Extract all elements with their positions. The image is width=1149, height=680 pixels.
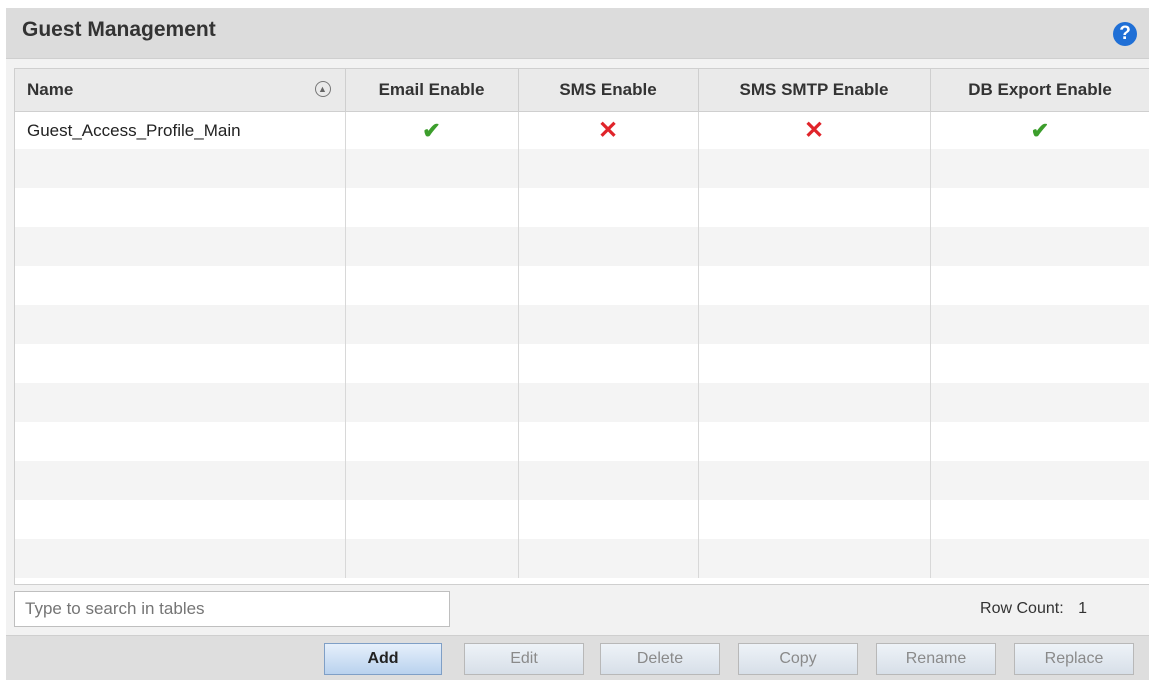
cell-sms-smtp-enable	[698, 149, 931, 188]
checkmark-icon: ✔	[422, 117, 441, 143]
guest-management-table: Name ▲ Email Enable SMS Enable SMS SMTP …	[14, 68, 1149, 585]
cell-db-export-enable	[930, 305, 1149, 344]
table-row[interactable]	[15, 539, 1149, 578]
cell-sms-smtp-enable	[698, 461, 931, 500]
row-count-value: 1	[1078, 600, 1087, 617]
cell-name	[15, 188, 346, 227]
cell-db-export-enable	[930, 344, 1149, 383]
cell-sms-enable	[518, 149, 699, 188]
column-header-sms-enable[interactable]: SMS Enable	[518, 69, 699, 112]
cell-sms-smtp-enable	[698, 422, 931, 461]
cell-sms-enable	[518, 500, 699, 539]
table-row[interactable]	[15, 305, 1149, 344]
cell-email-enable	[345, 227, 519, 266]
cell-sms-enable: ✕	[518, 111, 699, 149]
cell-db-export-enable	[930, 149, 1149, 188]
cell-sms-enable	[518, 344, 699, 383]
table-row[interactable]	[15, 422, 1149, 461]
cell-db-export-enable	[930, 227, 1149, 266]
add-button[interactable]: Add	[324, 643, 442, 675]
cell-sms-enable	[518, 422, 699, 461]
column-header-name[interactable]: Name ▲	[15, 69, 346, 112]
cell-sms-smtp-enable: ✕	[698, 111, 931, 149]
cell-email-enable	[345, 149, 519, 188]
cell-name	[15, 539, 346, 578]
cell-sms-smtp-enable	[698, 344, 931, 383]
cell-name	[15, 383, 346, 422]
column-header-label: Name	[27, 80, 74, 99]
cell-sms-enable	[518, 188, 699, 227]
table-row[interactable]	[15, 266, 1149, 305]
cell-sms-enable	[518, 461, 699, 500]
cell-email-enable	[345, 539, 519, 578]
cell-db-export-enable	[930, 539, 1149, 578]
table-row[interactable]	[15, 500, 1149, 539]
cell-email-enable	[345, 383, 519, 422]
cell-sms-enable	[518, 305, 699, 344]
cell-db-export-enable	[930, 383, 1149, 422]
cell-db-export-enable	[930, 422, 1149, 461]
panel-header: Guest Management ?	[6, 8, 1149, 59]
delete-button[interactable]: Delete	[600, 643, 720, 675]
search-input[interactable]	[14, 591, 450, 627]
cell-name	[15, 500, 346, 539]
cell-name	[15, 344, 346, 383]
sort-ascending-icon[interactable]: ▲	[314, 81, 331, 97]
cell-db-export-enable	[930, 500, 1149, 539]
cell-name	[15, 305, 346, 344]
table-row[interactable]	[15, 461, 1149, 500]
table-row[interactable]	[15, 227, 1149, 266]
replace-button[interactable]: Replace	[1014, 643, 1134, 675]
cell-name: Guest_Access_Profile_Main	[15, 111, 346, 149]
page-title: Guest Management	[22, 18, 216, 41]
cell-sms-enable	[518, 383, 699, 422]
cell-email-enable	[345, 305, 519, 344]
cell-sms-smtp-enable	[698, 500, 931, 539]
table-row[interactable]	[15, 383, 1149, 422]
row-count-label: Row Count:	[980, 600, 1064, 617]
cell-sms-smtp-enable	[698, 227, 931, 266]
cell-sms-smtp-enable	[698, 266, 931, 305]
edit-button[interactable]: Edit	[464, 643, 584, 675]
button-bar: Add Edit Delete Copy Rename Replace	[6, 635, 1149, 680]
cell-email-enable	[345, 344, 519, 383]
cell-sms-smtp-enable	[698, 305, 931, 344]
cell-email-enable	[345, 266, 519, 305]
cell-email-enable: ✔	[345, 111, 519, 149]
cell-db-export-enable: ✔	[930, 111, 1149, 149]
cell-sms-enable	[518, 539, 699, 578]
row-count: Row Count: 1	[980, 600, 1087, 618]
table-row[interactable]	[15, 344, 1149, 383]
cell-sms-smtp-enable	[698, 539, 931, 578]
guest-management-panel: Guest Management ? Name ▲ Email Enable S…	[6, 8, 1149, 680]
column-header-sms-smtp-enable[interactable]: SMS SMTP Enable	[698, 69, 931, 112]
column-header-email-enable[interactable]: Email Enable	[345, 69, 519, 112]
cell-sms-enable	[518, 227, 699, 266]
cell-email-enable	[345, 500, 519, 539]
cell-email-enable	[345, 188, 519, 227]
cell-sms-enable	[518, 266, 699, 305]
cell-name	[15, 227, 346, 266]
column-header-db-export-enable[interactable]: DB Export Enable	[930, 69, 1149, 112]
help-icon[interactable]: ?	[1113, 22, 1137, 46]
cross-icon: ✕	[803, 117, 825, 144]
cell-sms-smtp-enable	[698, 188, 931, 227]
table-row[interactable]	[15, 188, 1149, 227]
table-row[interactable]	[15, 149, 1149, 188]
cell-email-enable	[345, 422, 519, 461]
copy-button[interactable]: Copy	[738, 643, 858, 675]
cell-name	[15, 266, 346, 305]
cell-db-export-enable	[930, 266, 1149, 305]
cell-email-enable	[345, 461, 519, 500]
table-row[interactable]: Guest_Access_Profile_Main ✔ ✕ ✕ ✔	[15, 111, 1149, 149]
cell-name	[15, 461, 346, 500]
cell-db-export-enable	[930, 461, 1149, 500]
cell-name	[15, 149, 346, 188]
cell-name	[15, 422, 346, 461]
cell-db-export-enable	[930, 188, 1149, 227]
checkmark-icon: ✔	[1030, 117, 1050, 143]
rename-button[interactable]: Rename	[876, 643, 996, 675]
cross-icon: ✕	[597, 117, 619, 144]
cell-sms-smtp-enable	[698, 383, 931, 422]
